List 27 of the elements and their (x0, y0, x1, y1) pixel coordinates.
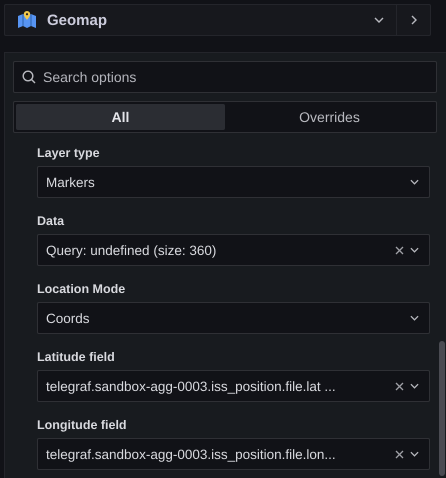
scrollbar[interactable] (439, 341, 445, 476)
select-field[interactable]: Query: undefined (size: 360) (37, 234, 430, 266)
chevron-down-icon (410, 247, 419, 253)
search-icon (22, 70, 36, 84)
select-field[interactable]: Markers (37, 166, 430, 198)
tab[interactable]: All (16, 104, 225, 130)
chevron-down-icon (410, 179, 419, 185)
clear-icon[interactable] (395, 246, 404, 254)
clear-icon[interactable] (395, 450, 404, 458)
field-label: Longitude field (37, 418, 128, 432)
clear-icon[interactable] (395, 382, 404, 390)
visualization-picker[interactable]: Geomap (4, 4, 396, 36)
chevron-right-icon (410, 15, 416, 25)
field-label: Layer type (37, 146, 101, 160)
select-field[interactable]: telegraf.sandbox-agg-0003.iss_position.file.lat ... (37, 370, 430, 402)
field-label: Location Mode (37, 282, 126, 296)
chevron-down-icon (374, 17, 384, 23)
chevron-down-icon (410, 451, 419, 457)
tab[interactable]: Overrides (225, 104, 434, 130)
field-label: Latitude field (37, 350, 116, 364)
map-icon (17, 10, 37, 30)
chevron-down-icon (410, 315, 419, 321)
select-field[interactable]: Coords (37, 302, 430, 334)
chevron-down-icon (410, 383, 419, 389)
search-field[interactable]: Search options (13, 61, 437, 93)
field-label: Data (37, 214, 66, 228)
select-field[interactable]: telegraf.sandbox-agg-0003.iss_position.file.lon... (37, 438, 430, 470)
